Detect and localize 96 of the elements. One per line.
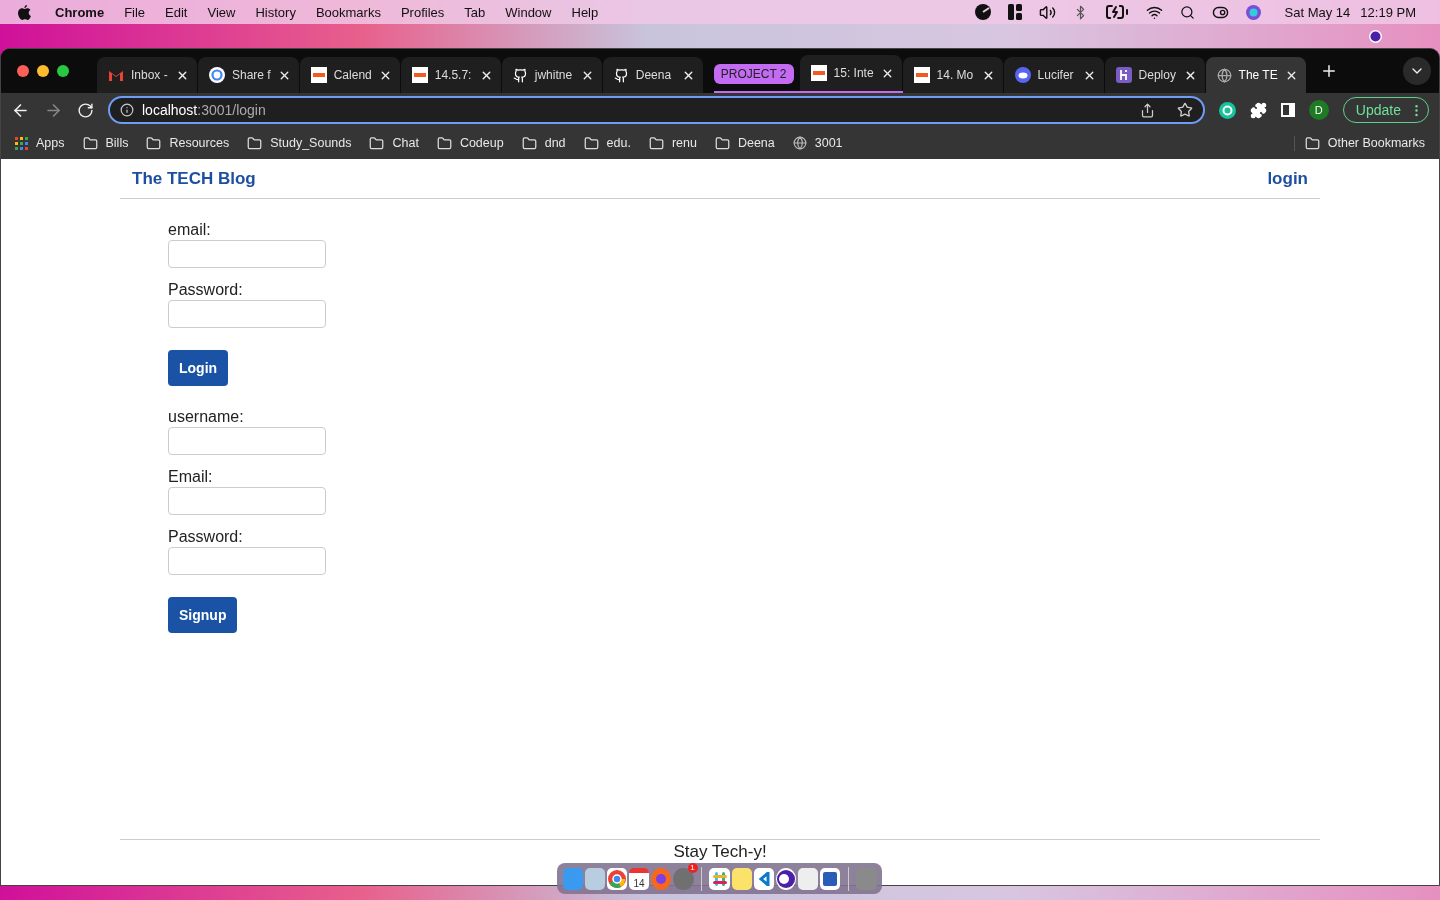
bookmark-item[interactable]: edu. xyxy=(583,135,631,151)
bookmark-item[interactable]: Bills xyxy=(82,135,129,151)
input-field[interactable] xyxy=(168,427,326,455)
star-icon[interactable] xyxy=(1176,102,1193,118)
folder-icon xyxy=(247,135,263,151)
browser-tab[interactable]: Share f xyxy=(198,57,299,93)
menu-item[interactable]: Edit xyxy=(155,4,198,20)
menu-item[interactable]: Window xyxy=(495,4,562,20)
folder-icon xyxy=(583,135,599,151)
github-icon xyxy=(613,67,629,83)
folder-icon xyxy=(648,135,664,151)
extensions-icon[interactable] xyxy=(1249,101,1267,119)
university-logo-icon xyxy=(310,67,327,83)
field-label: Password: xyxy=(168,281,244,299)
globe-icon xyxy=(1216,67,1232,83)
info-icon[interactable] xyxy=(120,103,134,117)
menu-clock: 12:19 PM xyxy=(1360,4,1417,20)
folder-icon xyxy=(714,135,730,151)
close-window-button[interactable] xyxy=(17,65,29,77)
google-icon xyxy=(209,67,225,83)
bookmark-item[interactable]: Deena xyxy=(714,135,775,151)
bookmark-item[interactable]: Apps xyxy=(15,136,65,150)
bookmark-item[interactable]: Codeup xyxy=(436,135,504,151)
tab-group-label[interactable]: PROJECT 2 xyxy=(713,64,794,84)
bookmark-item[interactable]: Resources xyxy=(146,135,230,151)
site-title[interactable]: The TECH Blog xyxy=(132,168,256,189)
siri-icon[interactable] xyxy=(1245,4,1261,20)
zoom-button[interactable] xyxy=(57,65,69,77)
volume-icon xyxy=(1038,3,1056,21)
bookmark-item[interactable]: dnd xyxy=(521,135,566,151)
footer-text: Stay Tech-y! xyxy=(673,842,767,861)
field-label: Password: xyxy=(168,528,244,546)
browser-tab[interactable]: 14.5.7: xyxy=(400,57,501,93)
menu-date: Sat May 14 xyxy=(1283,4,1352,20)
browser-tab[interactable]: The TE xyxy=(1205,57,1306,93)
input-field[interactable] xyxy=(168,300,326,328)
github-icon xyxy=(512,67,528,83)
menu-item[interactable]: Chrome xyxy=(45,4,115,20)
menu-item[interactable]: Bookmarks xyxy=(305,4,391,20)
layout-icon[interactable] xyxy=(1007,4,1022,20)
moon-icon xyxy=(1369,29,1382,43)
folder-icon xyxy=(1304,135,1320,151)
bookmark-item[interactable]: renu xyxy=(648,135,697,151)
input-field[interactable] xyxy=(168,240,326,268)
menu-item[interactable]: Help xyxy=(561,4,609,20)
folder-icon xyxy=(82,135,98,151)
address-field[interactable]: localhost:3001/login xyxy=(108,96,1205,124)
input-field[interactable] xyxy=(168,487,326,515)
envelope-icon xyxy=(108,69,124,81)
browser-tab[interactable]: Inbox - xyxy=(97,57,197,93)
minimize-button[interactable] xyxy=(37,65,49,77)
browser-tab[interactable]: 14. Mo xyxy=(902,57,1003,93)
calendar-icon[interactable]: 14 xyxy=(629,867,650,890)
folder-icon xyxy=(521,135,537,151)
browser-tab[interactable]: Deploy xyxy=(1104,57,1205,93)
menu-item[interactable]: View xyxy=(197,4,246,20)
apps-grid-icon xyxy=(15,136,28,150)
heroku-icon xyxy=(1115,67,1132,83)
browser-tab[interactable]: Calend xyxy=(299,57,400,93)
menu-item[interactable]: History xyxy=(245,4,306,20)
discord-icon xyxy=(1014,67,1031,83)
folder-icon xyxy=(369,135,385,151)
folder-icon xyxy=(146,135,162,151)
menu-item[interactable]: File xyxy=(114,4,156,20)
browser-tab[interactable]: 15: Inte xyxy=(799,55,902,91)
folder-icon xyxy=(436,135,452,151)
bookmark-item[interactable]: Other Bookmarks xyxy=(1293,135,1425,151)
globe-icon xyxy=(792,136,807,150)
grammarly-icon[interactable] xyxy=(1218,101,1236,119)
browser-tab[interactable]: jwhitne xyxy=(501,57,602,93)
bookmark-item[interactable]: 3001 xyxy=(792,136,843,150)
tab-search-button[interactable] xyxy=(1403,57,1431,85)
field-label: username: xyxy=(168,408,245,426)
menu-item[interactable]: Tab xyxy=(454,4,496,20)
submit-button[interactable]: Login xyxy=(168,350,229,386)
university-logo-icon xyxy=(913,67,930,83)
input-field[interactable] xyxy=(168,547,326,575)
share-icon[interactable] xyxy=(1139,102,1155,118)
menu-item[interactable]: Profiles xyxy=(390,4,455,20)
notification-badge: 1 xyxy=(687,862,698,873)
university-logo-icon xyxy=(411,67,428,83)
profile-avatar[interactable]: D xyxy=(1308,100,1329,120)
apple-icon[interactable] xyxy=(18,4,31,20)
pie-icon[interactable] xyxy=(974,4,991,20)
reload-button[interactable] xyxy=(77,101,94,119)
field-label: email: xyxy=(168,221,212,239)
university-logo-icon xyxy=(810,65,827,81)
bookmark-item[interactable]: Study_Sounds xyxy=(247,135,352,151)
field-label: Email: xyxy=(168,468,214,486)
browser-tab[interactable]: Lucifer xyxy=(1003,57,1104,93)
submit-button[interactable]: Signup xyxy=(168,597,238,633)
browser-tab[interactable]: Deena xyxy=(602,57,703,93)
login-link[interactable]: login xyxy=(1267,168,1308,189)
search-icon xyxy=(1179,4,1195,20)
bookmark-item[interactable]: Chat xyxy=(369,135,419,151)
side-panel-icon[interactable] xyxy=(1280,103,1295,117)
